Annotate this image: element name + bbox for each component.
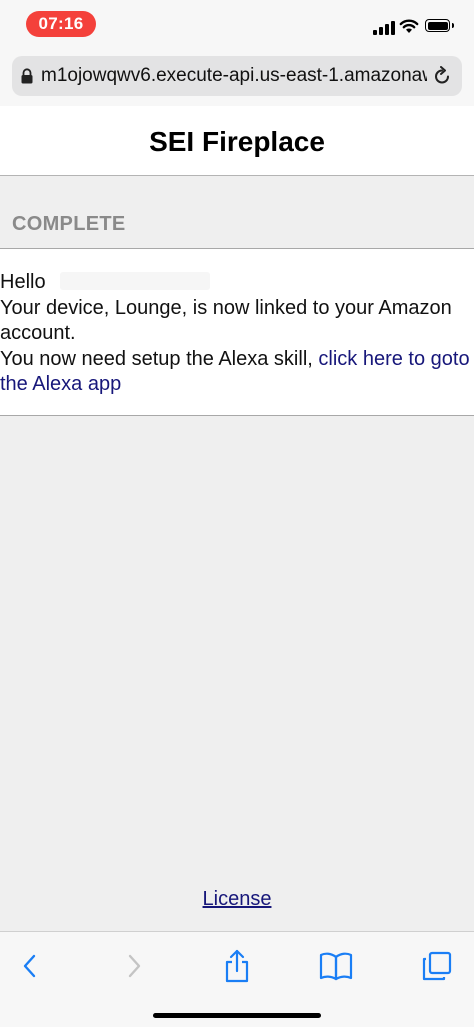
bookmarks-button[interactable] <box>318 948 354 984</box>
url-text[interactable]: m1ojowqwv6.execute-api.us-east-1.amazona… <box>41 65 427 87</box>
status-time: 07:16 <box>26 11 96 37</box>
address-bar[interactable]: m1ojowqwv6.execute-api.us-east-1.amazona… <box>12 56 462 96</box>
browser-toolbar <box>0 931 474 1027</box>
status-bar: 07:16 <box>0 0 474 50</box>
content-text: Hello Your device, Lounge, is now linked… <box>0 270 470 398</box>
content-panel: Hello Your device, Lounge, is now linked… <box>0 248 474 416</box>
back-button[interactable] <box>12 948 48 984</box>
greeting-line: Hello <box>0 270 470 296</box>
wifi-icon <box>399 19 419 33</box>
license-link[interactable]: License <box>0 888 474 911</box>
reload-icon[interactable] <box>432 66 452 86</box>
greeting-text: Hello <box>0 271 46 293</box>
tabs-icon <box>422 951 452 981</box>
linked-message: Your device, Lounge, is now linked to yo… <box>0 296 452 345</box>
lock-icon <box>21 68 33 84</box>
setup-message: You now need setup the Alexa skill, <box>0 347 313 370</box>
forward-button[interactable] <box>116 948 152 984</box>
page-title: SEI Fireplace <box>149 126 325 157</box>
forward-icon <box>128 954 141 978</box>
share-button[interactable] <box>219 948 255 984</box>
battery-icon <box>425 19 454 32</box>
browser-address-area: m1ojowqwv6.execute-api.us-east-1.amazona… <box>0 50 474 106</box>
home-indicator[interactable] <box>153 1013 321 1018</box>
cellular-signal-icon <box>373 21 395 35</box>
tabs-button[interactable] <box>419 948 455 984</box>
page-header: SEI Fireplace <box>0 106 474 176</box>
share-icon <box>225 949 249 983</box>
section-label: COMPLETE <box>12 213 126 235</box>
bookmarks-icon <box>319 952 353 981</box>
redacted-username <box>59 272 210 290</box>
back-icon <box>23 954 36 978</box>
